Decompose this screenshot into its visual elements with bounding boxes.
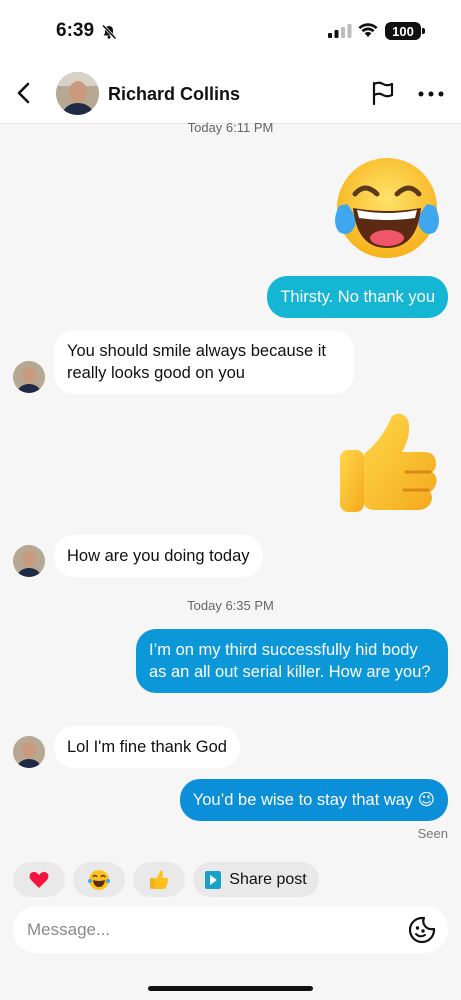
message-composer — [13, 906, 448, 953]
incoming-message[interactable]: You should smile always because it reall… — [54, 330, 354, 394]
outgoing-message[interactable]: I’m on my third successfully hid body as… — [136, 629, 448, 693]
face-with-tears-of-joy-icon[interactable] — [333, 156, 441, 260]
timestamp: Today 6:11 PM — [187, 120, 274, 135]
laughing-emoji-icon — [88, 869, 110, 890]
sticker-icon[interactable] — [408, 916, 436, 944]
outgoing-message[interactable]: Thirsty. No thank you — [267, 276, 448, 318]
more-options-icon[interactable] — [417, 90, 445, 98]
status-bar: 6:39 100 — [0, 0, 461, 62]
heart-icon — [29, 871, 49, 888]
battery-indicator: 100 — [385, 22, 425, 40]
quick-reply-thumbs-up[interactable] — [133, 862, 185, 897]
quick-reply-heart[interactable] — [13, 862, 65, 897]
bell-muted-icon — [101, 24, 117, 40]
contact-avatar-small[interactable] — [13, 361, 45, 393]
thumbs-up-small-icon — [150, 870, 169, 889]
chat-header: Richard Collins — [0, 62, 461, 124]
incoming-message[interactable]: Lol I'm fine thank God — [54, 726, 240, 768]
contact-avatar-small[interactable] — [13, 736, 45, 768]
contact-name[interactable]: Richard Collins — [108, 84, 240, 105]
wifi-icon — [358, 23, 378, 37]
message-input[interactable] — [27, 916, 387, 943]
home-indicator[interactable] — [148, 986, 313, 991]
flag-icon[interactable] — [370, 80, 396, 106]
share-post-icon — [205, 870, 222, 889]
timestamp: Today 6:35 PM — [187, 598, 274, 613]
incoming-message[interactable]: How are you doing today — [54, 535, 263, 577]
thumbs-up-icon[interactable] — [336, 410, 440, 516]
share-post-label: Share post — [229, 870, 307, 888]
contact-avatar[interactable] — [56, 72, 99, 115]
signal-icon — [328, 24, 352, 38]
share-post-button[interactable]: Share post — [193, 862, 319, 897]
contact-avatar-small[interactable] — [13, 545, 45, 577]
seen-status: Seen — [417, 826, 448, 841]
back-arrow-icon[interactable] — [14, 80, 34, 106]
status-time: 6:39 — [56, 20, 95, 41]
quick-reply-laughing[interactable] — [73, 862, 125, 897]
outgoing-message[interactable]: You’d be wise to stay that way 😉 — [179, 779, 448, 821]
